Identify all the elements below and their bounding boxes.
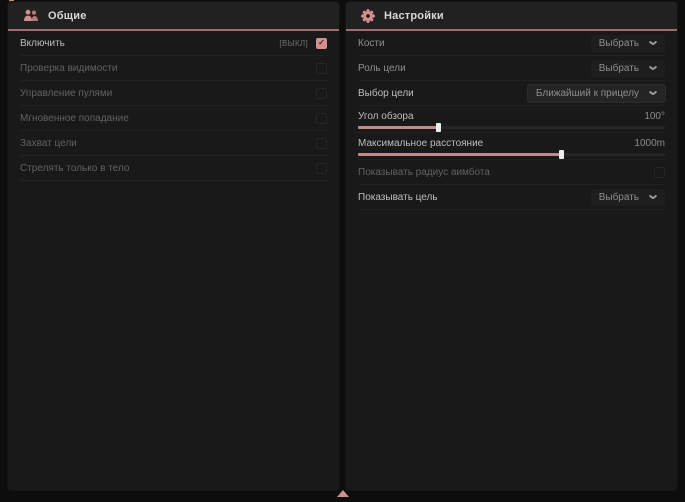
gear-icon xyxy=(361,9,375,23)
row-instant-hit[interactable]: Мгновенное попадание xyxy=(20,106,327,131)
row-show-target-label: Показывать цель xyxy=(358,192,438,203)
fov-slider[interactable] xyxy=(358,126,665,129)
show-target-dropdown[interactable]: Выбрать xyxy=(591,189,665,206)
row-fov: Угол обзора 100° xyxy=(358,106,665,133)
row-target-lock[interactable]: Захват цели xyxy=(20,131,327,156)
row-target-selection: Выбор цели Ближайший к прицелу xyxy=(358,81,665,106)
show-target-dropdown-value: Выбрать xyxy=(599,192,639,203)
row-bullet-control[interactable]: Управление пулями xyxy=(20,81,327,106)
panel-settings-title: Настройки xyxy=(384,10,444,22)
row-bullet-control-checkbox[interactable] xyxy=(316,88,327,99)
panel-general-title: Общие xyxy=(48,10,87,22)
row-body-only[interactable]: Стрелять только в тело xyxy=(20,156,327,181)
panel-general-header[interactable]: Общие xyxy=(8,2,339,31)
panel-general: Общие Включить [ВЫКЛ] Проверка видимости… xyxy=(8,2,339,490)
row-max-distance-label: Максимальное расстояние xyxy=(358,138,483,149)
fov-value: 100° xyxy=(644,111,665,122)
row-show-target: Показывать цель Выбрать xyxy=(358,185,665,210)
target-role-dropdown-value: Выбрать xyxy=(599,63,639,74)
target-selection-dropdown-value: Ближайший к прицелу xyxy=(536,88,639,99)
fov-slider-fill xyxy=(358,126,438,129)
row-enable-hotkey: [ВЫКЛ] xyxy=(279,39,308,48)
chevron-down-icon xyxy=(649,91,657,96)
row-target-lock-checkbox[interactable] xyxy=(316,138,327,149)
row-target-lock-label: Захват цели xyxy=(20,138,77,149)
row-visibility-check[interactable]: Проверка видимости xyxy=(20,56,327,81)
row-bones: Кости Выбрать xyxy=(358,31,665,56)
row-visibility-check-label: Проверка видимости xyxy=(20,63,118,74)
scroll-up-arrow[interactable] xyxy=(337,490,349,497)
row-body-only-label: Стрелять только в тело xyxy=(20,163,129,174)
row-target-selection-label: Выбор цели xyxy=(358,88,414,99)
row-show-radius[interactable]: Показывать радиус аимбота xyxy=(358,160,665,185)
max-distance-slider-fill xyxy=(358,153,561,156)
chevron-down-icon xyxy=(649,41,657,46)
users-icon xyxy=(23,9,39,22)
max-distance-slider-handle[interactable] xyxy=(559,150,564,159)
fov-slider-handle[interactable] xyxy=(436,123,441,132)
bones-dropdown[interactable]: Выбрать xyxy=(591,35,665,52)
row-fov-label: Угол обзора xyxy=(358,111,414,122)
target-selection-dropdown[interactable]: Ближайший к прицелу xyxy=(528,85,665,102)
row-target-role: Роль цели Выбрать xyxy=(358,56,665,81)
max-distance-value: 1000m xyxy=(634,138,665,149)
row-instant-hit-label: Мгновенное попадание xyxy=(20,113,129,124)
row-show-radius-checkbox[interactable] xyxy=(654,167,665,178)
panel-settings: Настройки Кости Выбрать Роль цели Выбрат… xyxy=(346,2,677,490)
panel-settings-header[interactable]: Настройки xyxy=(346,2,677,31)
row-bullet-control-label: Управление пулями xyxy=(20,88,112,99)
row-max-distance: Максимальное расстояние 1000m xyxy=(358,133,665,160)
row-bones-label: Кости xyxy=(358,38,385,49)
max-distance-slider[interactable] xyxy=(358,153,665,156)
panel-general-body: Включить [ВЫКЛ] Проверка видимости Управ… xyxy=(8,31,339,181)
row-instant-hit-checkbox[interactable] xyxy=(316,113,327,124)
row-enable-label: Включить xyxy=(20,38,65,49)
chevron-down-icon xyxy=(649,66,657,71)
row-visibility-check-checkbox[interactable] xyxy=(316,63,327,74)
chevron-down-icon xyxy=(649,195,657,200)
panel-settings-body: Кости Выбрать Роль цели Выбрать Выбор це… xyxy=(346,31,677,210)
row-show-radius-label: Показывать радиус аимбота xyxy=(358,167,490,178)
target-role-dropdown[interactable]: Выбрать xyxy=(591,60,665,77)
row-target-role-label: Роль цели xyxy=(358,63,406,74)
row-enable[interactable]: Включить [ВЫКЛ] xyxy=(20,31,327,56)
bones-dropdown-value: Выбрать xyxy=(599,38,639,49)
row-body-only-checkbox[interactable] xyxy=(316,163,327,174)
row-enable-checkbox[interactable] xyxy=(316,38,327,49)
